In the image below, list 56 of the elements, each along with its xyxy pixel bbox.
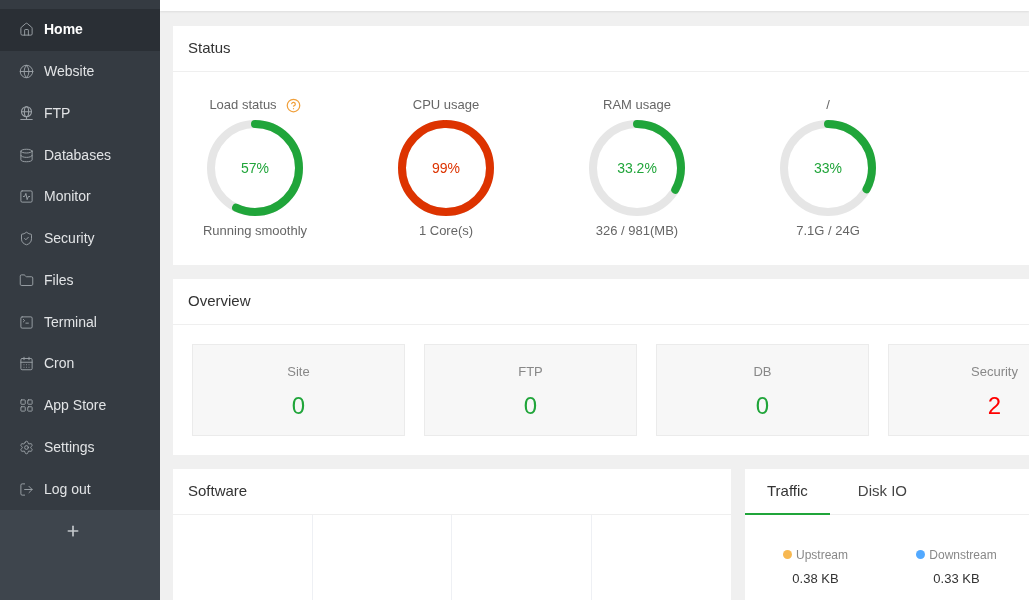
sidebar-item[interactable]: Log out <box>0 468 160 510</box>
sidebar-item[interactable]: Cron <box>0 343 160 385</box>
legend-value: 0.38 KB <box>792 570 839 587</box>
gauge-caption: 1 Core(s) <box>418 222 474 240</box>
plus-icon <box>65 523 81 539</box>
tile-label: Security <box>971 363 1018 380</box>
sidebar-item[interactable]: Home <box>0 9 160 51</box>
gauge-caption: 7.1G / 24G <box>796 222 860 240</box>
folder-icon <box>19 272 34 288</box>
card-title: Status <box>188 38 231 59</box>
tile-label: DB <box>753 363 772 380</box>
home-icon <box>19 22 34 38</box>
gauge-title: RAM usage <box>603 96 671 115</box>
globe-icon <box>19 64 34 80</box>
sidebar-item[interactable]: Security <box>0 217 160 260</box>
sidebar-item[interactable]: Settings <box>0 426 160 469</box>
overview-tile[interactable]: Security 2 <box>888 343 1029 436</box>
gauge-value: 57% <box>241 158 269 178</box>
sidebar-item[interactable]: Monitor <box>0 176 160 218</box>
card-title: Overview <box>188 290 251 311</box>
sidebar-item[interactable]: FTP <box>0 92 160 135</box>
pulse-square-icon <box>19 189 34 205</box>
tile-value: 0 <box>523 391 538 420</box>
shield-check-icon <box>19 231 34 247</box>
sidebar-item[interactable]: Databases <box>0 134 160 176</box>
terminal-icon <box>19 314 34 330</box>
sidebar-item[interactable]: Website <box>0 50 160 93</box>
gauge-value: 99% <box>432 158 460 178</box>
gauge-value: 33% <box>814 158 842 178</box>
tile-value: 2 <box>987 391 1002 420</box>
gauge-title: / <box>826 96 830 115</box>
tab[interactable]: Disk IO <box>835 468 929 515</box>
database-icon <box>19 147 34 163</box>
calendar-icon <box>19 356 34 372</box>
settings-icon <box>19 439 34 455</box>
tile-value: 0 <box>755 391 770 420</box>
logout-icon <box>19 481 34 497</box>
legend-label: Downstream <box>929 547 997 562</box>
gauge-title: Load status <box>209 96 277 115</box>
grid-icon <box>19 398 34 414</box>
gauge-caption: Running smoothly <box>202 222 308 240</box>
tile-value: 0 <box>291 391 306 420</box>
tile-label: FTP <box>518 363 543 380</box>
globe-stand-icon <box>19 105 34 121</box>
gauge-value: 33.2% <box>617 158 657 178</box>
sidebar-item[interactable]: App Store <box>0 384 160 427</box>
gauge-caption: 326 / 981(MB) <box>595 222 679 240</box>
legend-value: 0.33 KB <box>933 570 980 587</box>
add-button[interactable] <box>65 523 81 539</box>
sidebar-item[interactable]: Terminal <box>0 301 160 343</box>
gauge-title: CPU usage <box>412 96 480 115</box>
tab[interactable]: Traffic <box>745 468 830 515</box>
card-title: Software <box>188 480 248 501</box>
legend-label: Upstream <box>796 547 848 562</box>
tile-label: Site <box>287 363 310 380</box>
sidebar-item[interactable]: Files <box>0 259 160 302</box>
